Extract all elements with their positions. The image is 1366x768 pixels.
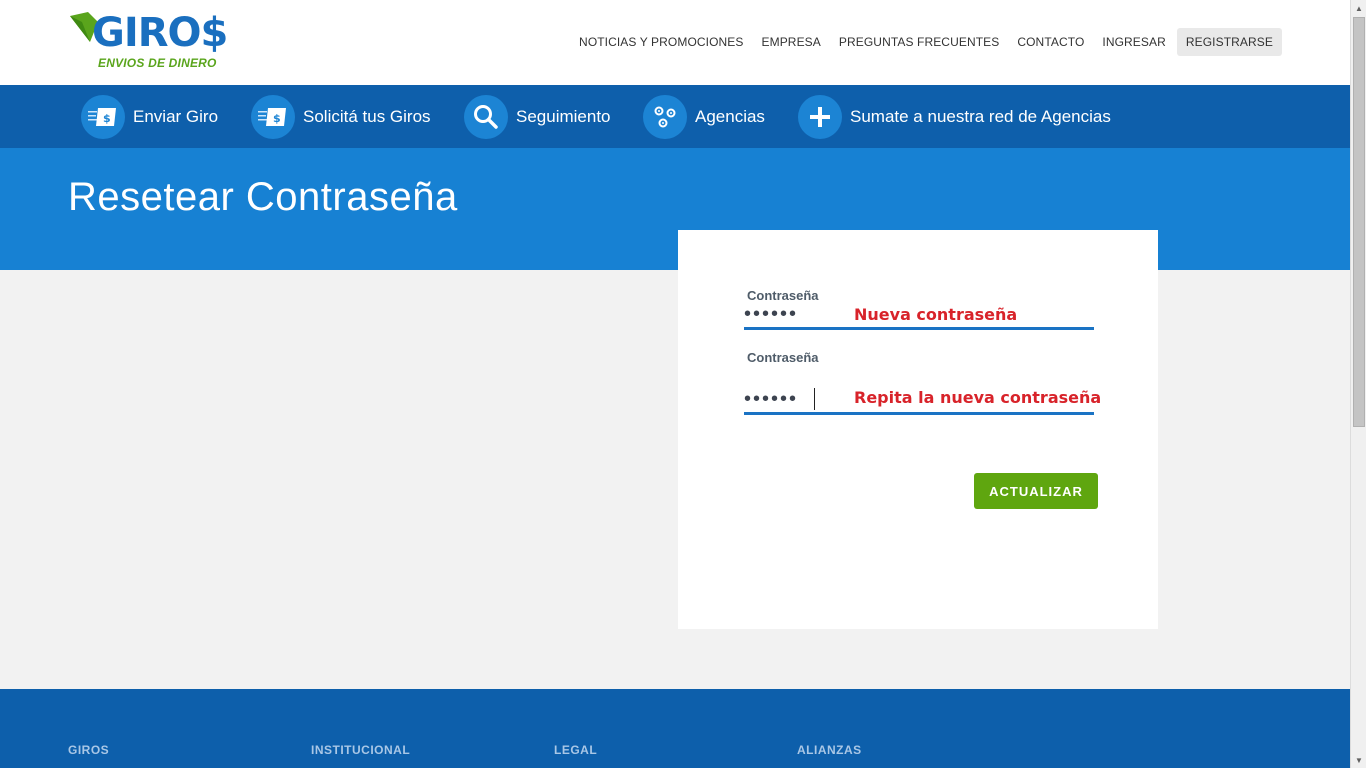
header: GIRO$ ENVIOS DE DINERO NOTICIAS Y PROMOC… xyxy=(0,0,1350,85)
new-password-hint: Nueva contraseña xyxy=(854,305,1018,324)
footer-col-alianzas: ALIANZAS xyxy=(797,743,862,757)
reset-password-card: Contraseña Nueva contraseña Contraseña R… xyxy=(678,230,1158,629)
scroll-up-arrow-icon[interactable]: ▲ xyxy=(1351,0,1366,16)
service-label: Seguimiento xyxy=(516,107,611,126)
svg-text:$: $ xyxy=(103,112,111,125)
money-card-icon: $ xyxy=(251,95,295,139)
nav-noticias[interactable]: NOTICIAS Y PROMOCIONES xyxy=(570,28,752,56)
plus-icon xyxy=(798,95,842,139)
password-label: Contraseña xyxy=(747,288,819,303)
service-agencias[interactable]: Agencias xyxy=(643,95,765,139)
service-label: Agencias xyxy=(695,107,765,126)
confirm-password-label: Contraseña xyxy=(747,350,819,365)
logo[interactable]: GIRO$ ENVIOS DE DINERO xyxy=(68,8,228,72)
page-title: Resetear Contraseña xyxy=(68,175,458,219)
map-pins-icon xyxy=(643,95,687,139)
page-scrollbar[interactable]: ▲ ▼ xyxy=(1350,0,1366,768)
nav-ingresar[interactable]: INGRESAR xyxy=(1093,28,1174,56)
footer-col-giros: GIROS xyxy=(68,743,110,757)
nav-empresa[interactable]: EMPRESA xyxy=(753,28,830,56)
search-icon xyxy=(464,95,508,139)
footer-col-institucional: INSTITUCIONAL xyxy=(311,743,411,757)
scrollbar-thumb[interactable] xyxy=(1353,17,1365,427)
service-enviar-giro[interactable]: $ Enviar Giro xyxy=(81,95,218,139)
logo-tagline: ENVIOS DE DINERO xyxy=(98,56,217,70)
scroll-down-arrow-icon[interactable]: ▼ xyxy=(1351,752,1366,768)
text-cursor xyxy=(814,388,815,410)
service-solicita-giros[interactable]: $ Solicitá tus Giros xyxy=(251,95,431,139)
service-sumate-red[interactable]: Sumate a nuestra red de Agencias xyxy=(798,95,1111,139)
footer-col-legal: LEGAL xyxy=(554,743,598,757)
top-navigation: NOTICIAS Y PROMOCIONES EMPRESA PREGUNTAS… xyxy=(570,28,1282,56)
services-bar: $ Enviar Giro $ Solicitá tus Giros Segui… xyxy=(0,85,1350,148)
nav-preguntas-frecuentes[interactable]: PREGUNTAS FRECUENTES xyxy=(830,28,1008,56)
nav-contacto[interactable]: CONTACTO xyxy=(1008,28,1093,56)
nav-registrarse[interactable]: REGISTRARSE xyxy=(1176,28,1282,56)
service-label: Sumate a nuestra red de Agencias xyxy=(850,107,1111,126)
confirm-password-hint: Repita la nueva contraseña xyxy=(854,388,1102,407)
service-label: Enviar Giro xyxy=(133,107,219,126)
footer: GIROS INSTITUCIONAL LEGAL ALIANZAS xyxy=(0,689,1350,768)
actualizar-button[interactable]: ACTUALIZAR xyxy=(974,473,1098,509)
service-seguimiento[interactable]: Seguimiento xyxy=(464,95,611,139)
logo-wordmark: GIRO$ xyxy=(92,10,228,56)
money-card-icon: $ xyxy=(81,95,125,139)
service-label: Solicitá tus Giros xyxy=(303,107,431,126)
svg-text:$: $ xyxy=(273,112,281,125)
